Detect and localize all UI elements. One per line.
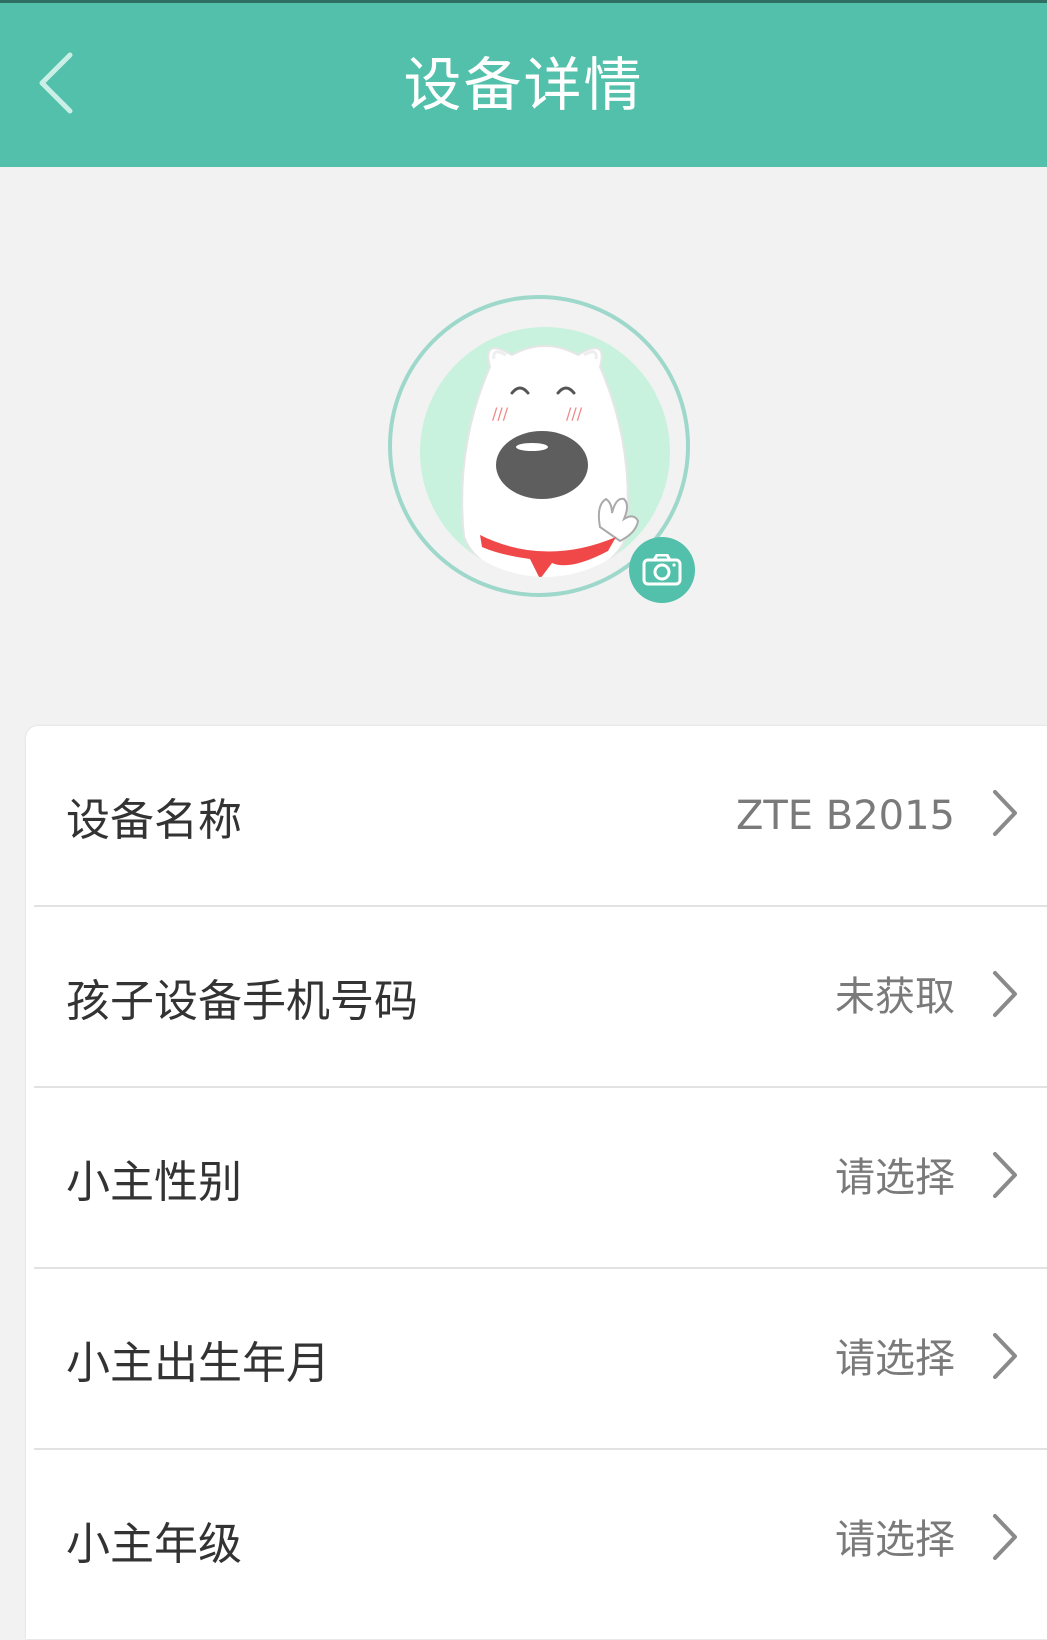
row-label: 小主性别 [66,1157,242,1208]
row-label: 设备名称 [66,795,242,846]
row-label: 小主出生年月 [66,1338,330,1389]
row-label: 小主年级 [66,1519,242,1570]
change-photo-button[interactable] [629,537,695,603]
chevron-right-icon [993,1514,1017,1560]
chevron-right-icon [993,1333,1017,1379]
back-arrow-icon [39,52,73,114]
gender-row[interactable]: 小主性别 请选择 [34,1088,1047,1269]
chevron-right-icon [993,790,1017,836]
grade-row[interactable]: 小主年级 请选择 [34,1450,1047,1631]
avatar-image: /// /// [420,327,670,577]
child-phone-number-row[interactable]: 孩子设备手机号码 未获取 [34,907,1047,1088]
row-value: 未获取 [835,974,955,1020]
chevron-right-icon [993,971,1017,1017]
page-title: 设备详情 [403,51,644,119]
row-label: 孩子设备手机号码 [66,976,418,1027]
row-value: 请选择 [835,1155,955,1201]
svg-text:///: /// [566,404,583,423]
device-details-list: 设备名称 ZTE B2015 孩子设备手机号码 未获取 小主性别 请选择 小主出… [26,726,1047,1639]
birth-date-row[interactable]: 小主出生年月 请选择 [34,1269,1047,1450]
row-value: ZTE B2015 [735,793,955,839]
dog-avatar-icon: /// /// [461,345,640,577]
device-avatar[interactable]: /// /// [386,293,695,605]
svg-text:///: /// [492,404,509,423]
app-header: 设备详情 [0,3,1047,167]
row-value: 请选择 [835,1336,955,1382]
device-name-row[interactable]: 设备名称 ZTE B2015 [34,726,1047,907]
row-value: 请选择 [835,1517,955,1563]
camera-icon [642,554,682,586]
chevron-right-icon [993,1152,1017,1198]
back-button[interactable] [24,43,88,123]
